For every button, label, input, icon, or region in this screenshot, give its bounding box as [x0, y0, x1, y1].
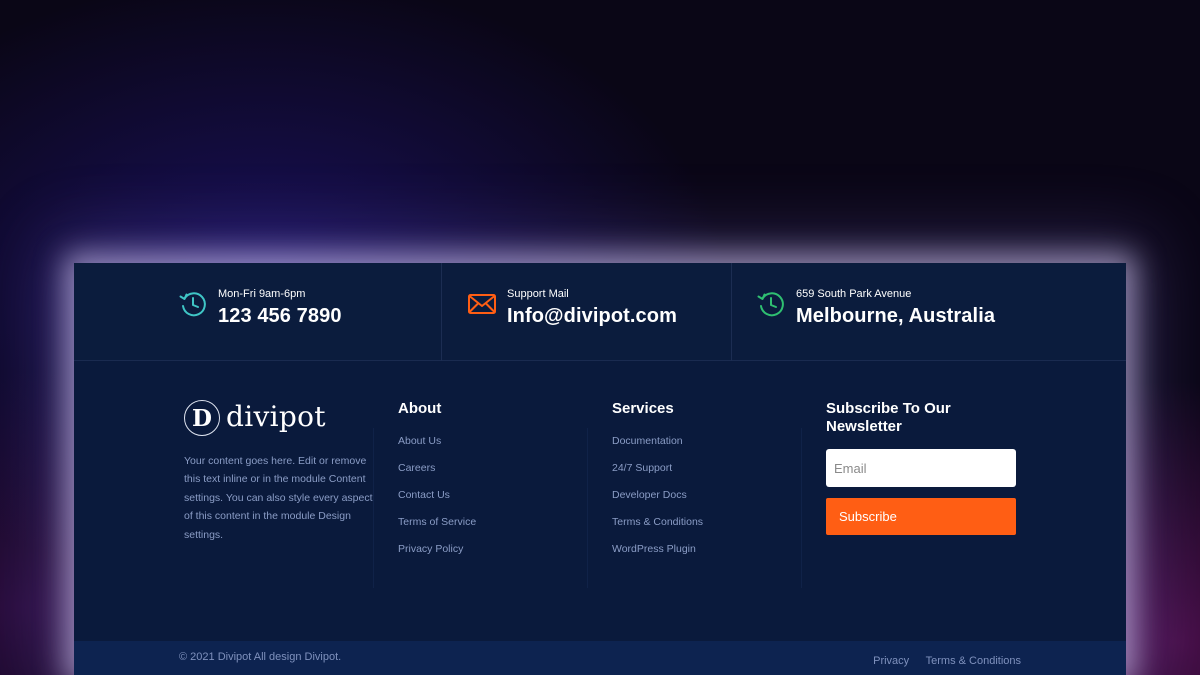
services-title: Services	[612, 400, 674, 417]
column-divider	[801, 428, 802, 588]
contact-street: 659 South Park Avenue	[796, 288, 912, 300]
about-link-terms-of-service[interactable]: Terms of Service	[398, 516, 476, 543]
services-link-support[interactable]: 24/7 Support	[612, 462, 703, 489]
clock-history-icon	[757, 292, 784, 317]
contact-divider	[731, 263, 732, 361]
clock-history-icon	[179, 292, 206, 317]
newsletter-title: Subscribe To Our Newsletter	[826, 400, 951, 435]
envelope-icon	[468, 294, 496, 314]
subscribe-button[interactable]: Subscribe	[826, 498, 1016, 535]
services-link-wordpress-plugin[interactable]: WordPress Plugin	[612, 543, 703, 570]
brand-description: Your content goes here. Edit or remove t…	[184, 455, 373, 541]
contact-email[interactable]: Info@divipot.com	[507, 305, 677, 328]
bottom-links: Privacy Terms & Conditions	[861, 651, 1021, 669]
logo-wordmark: divipot	[226, 400, 326, 433]
email-input[interactable]	[826, 449, 1016, 487]
about-title: About	[398, 400, 442, 417]
about-link-contact-us[interactable]: Contact Us	[398, 489, 476, 516]
footer-link-terms-conditions[interactable]: Terms & Conditions	[926, 655, 1021, 667]
services-link-terms-conditions[interactable]: Terms & Conditions	[612, 516, 703, 543]
contact-hours-label: Mon-Fri 9am-6pm	[218, 288, 306, 300]
footer-link-privacy[interactable]: Privacy	[873, 655, 909, 667]
about-links: About Us Careers Contact Us Terms of Ser…	[398, 435, 476, 570]
about-link-careers[interactable]: Careers	[398, 462, 476, 489]
contact-mail-label: Support Mail	[507, 288, 569, 300]
about-link-about-us[interactable]: About Us	[398, 435, 476, 462]
about-link-privacy-policy[interactable]: Privacy Policy	[398, 543, 476, 570]
contact-divider	[441, 263, 442, 361]
services-links: Documentation 24/7 Support Developer Doc…	[612, 435, 703, 570]
copyright-text: © 2021 Divipot All design Divipot.	[179, 651, 342, 663]
column-divider	[587, 428, 588, 588]
contact-bar: Mon-Fri 9am-6pm 123 456 7890 Support Mai…	[74, 263, 1126, 361]
logo-mark: D	[184, 400, 220, 436]
services-link-documentation[interactable]: Documentation	[612, 435, 703, 462]
contact-phone[interactable]: 123 456 7890	[218, 305, 342, 328]
footer-section: Mon-Fri 9am-6pm 123 456 7890 Support Mai…	[74, 263, 1126, 675]
bottom-bar: © 2021 Divipot All design Divipot. Priva…	[74, 641, 1126, 675]
contact-city: Melbourne, Australia	[796, 305, 996, 327]
services-link-developer-docs[interactable]: Developer Docs	[612, 489, 703, 516]
column-divider	[373, 428, 374, 588]
